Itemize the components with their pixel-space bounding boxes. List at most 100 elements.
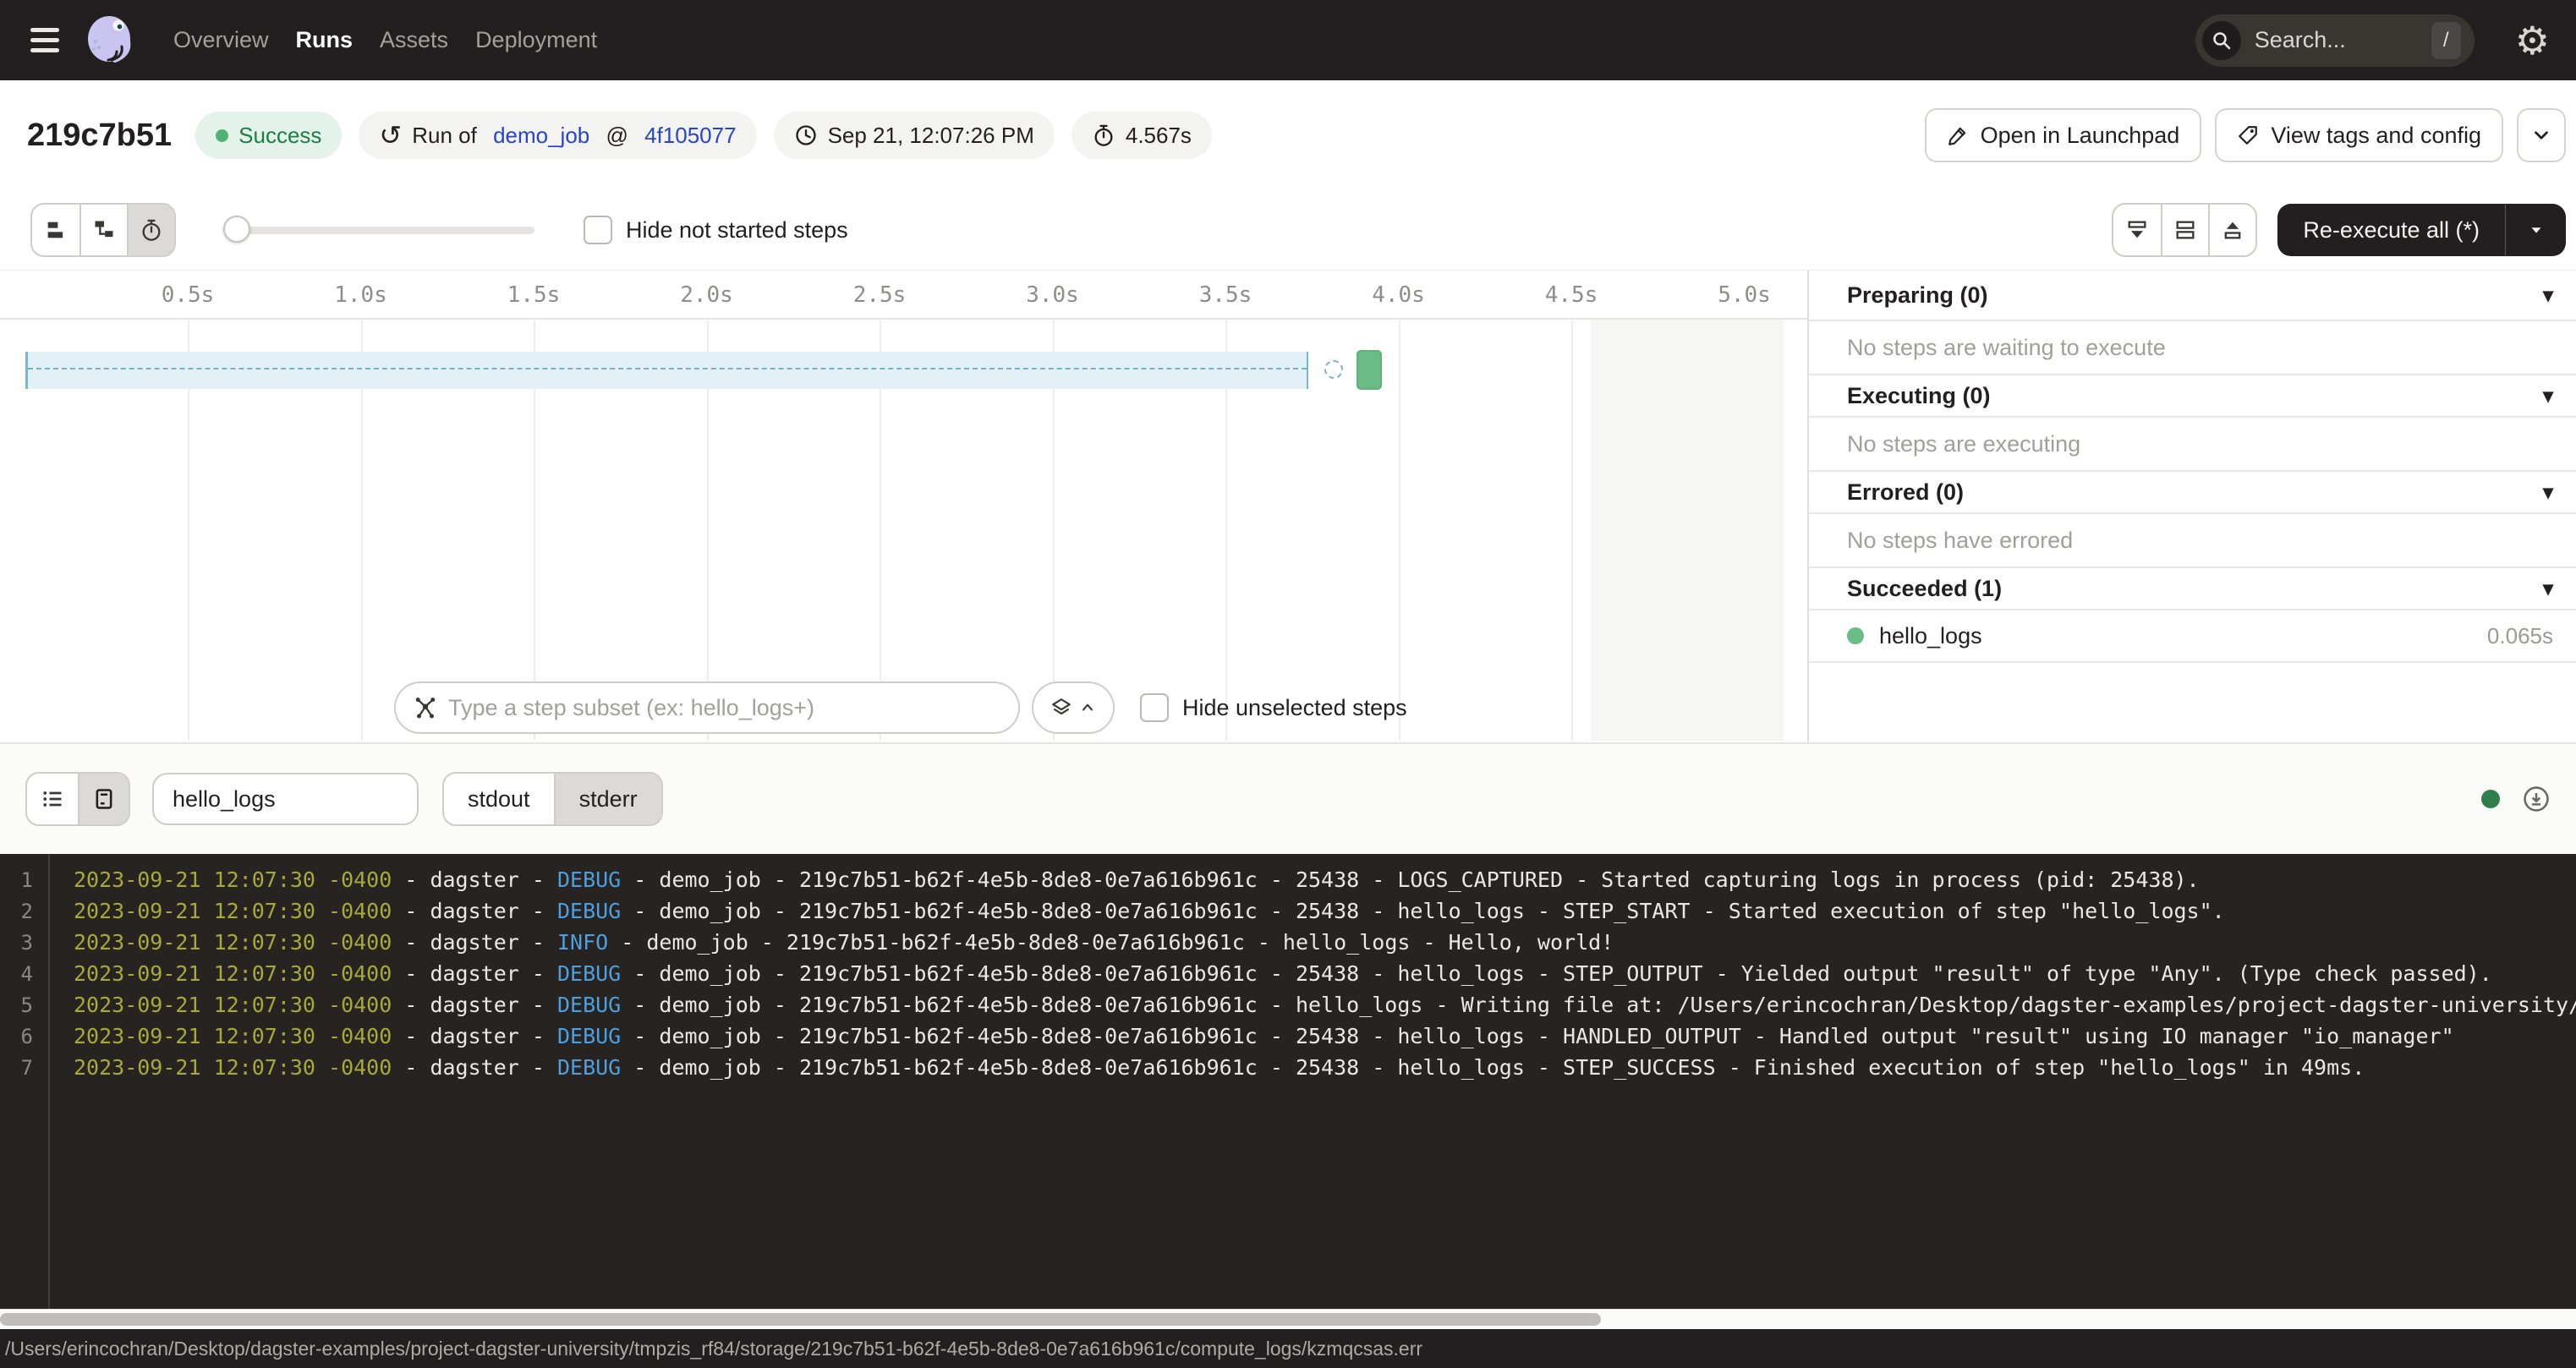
success-dot-icon <box>216 129 228 142</box>
view-timing-button[interactable] <box>127 205 174 255</box>
log-line-text: 2023-09-21 12:07:30 -0400 - dagster - DE… <box>48 867 2200 892</box>
log-line: 12023-09-21 12:07:30 -0400 - dagster - D… <box>0 864 2576 895</box>
log-line-text: 2023-09-21 12:07:30 -0400 - dagster - IN… <box>48 930 1614 955</box>
view-tags-config-button[interactable]: View tags and config <box>2215 108 2503 162</box>
run-header: 219c7b51 Success ↺ Run of demo_job @ 4f1… <box>0 80 2576 190</box>
duration-badge: 4.567s <box>1072 112 1212 159</box>
waterfall-view-icon <box>92 218 116 242</box>
axis-tick-label: 3.0s <box>1011 282 1095 308</box>
log-view-mode-group <box>25 772 130 826</box>
nav-item-runs[interactable]: Runs <box>296 27 354 53</box>
show-bottom-panel-button[interactable] <box>2113 205 2161 255</box>
section-caret-icon[interactable]: ▾ <box>2543 480 2553 505</box>
job-link[interactable]: demo_job <box>493 123 589 149</box>
download-logs-button[interactable] <box>2522 785 2551 813</box>
reexecute-all-button[interactable]: Re-execute all (*) <box>2277 204 2566 256</box>
gantt-time-axis: 0.5s1.0s1.5s2.0s2.5s3.0s3.5s4.0s4.5s5.0s <box>0 271 1807 320</box>
log-line: 62023-09-21 12:07:30 -0400 - dagster - D… <box>0 1021 2576 1052</box>
log-filter-input[interactable] <box>173 786 398 813</box>
run-history-icon: ↺ <box>379 122 402 149</box>
stopwatch-icon <box>1092 123 1115 147</box>
search-placeholder: Search... <box>2255 27 2346 53</box>
capture-status-dot <box>2481 790 2500 808</box>
step-subset-input[interactable] <box>448 695 1001 721</box>
run-of-badge: ↺ Run of demo_job @ 4f105077 <box>359 112 756 159</box>
nav-item-assets[interactable]: Assets <box>380 27 448 53</box>
search-shortcut-badge: / <box>2431 22 2461 59</box>
list-icon <box>41 787 64 811</box>
section-caret-icon[interactable]: ▾ <box>2543 577 2553 601</box>
status-label: Success <box>238 123 321 149</box>
at-separator: @ <box>600 123 634 149</box>
hide-unselected-checkbox[interactable] <box>1140 693 1169 722</box>
log-horizontal-scrollbar[interactable] <box>0 1309 2576 1329</box>
axis-tick-label: 4.0s <box>1357 282 1441 308</box>
log-line-number: 7 <box>0 1056 48 1080</box>
step-row-hello_logs[interactable]: hello_logs0.065s <box>1809 610 2576 663</box>
panel-section-header[interactable]: Errored (0)▾ <box>1809 472 2576 514</box>
clock-icon <box>794 123 818 147</box>
search-input[interactable]: Search... / <box>2195 14 2475 67</box>
axis-gridline <box>1571 320 1573 741</box>
log-line: 52023-09-21 12:07:30 -0400 - dagster - D… <box>0 989 2576 1021</box>
nav-item-deployment[interactable]: Deployment <box>475 27 597 53</box>
zoom-slider-track[interactable] <box>223 227 534 234</box>
axis-tick-label: 1.0s <box>319 282 403 308</box>
axis-tick-label: 2.5s <box>837 282 922 308</box>
reexecute-dropdown-button[interactable] <box>2505 204 2566 256</box>
axis-gridline <box>1399 320 1400 741</box>
panel-section-header[interactable]: Executing (0) ▾ <box>1809 375 2576 418</box>
axis-tick-label: 2.0s <box>665 282 749 308</box>
panel-layout-group <box>2112 203 2257 257</box>
raw-logs-button[interactable] <box>78 774 129 824</box>
split-rows-icon <box>2173 218 2197 242</box>
hide-unselected-label: Hide unselected steps <box>1182 695 1407 721</box>
dagster-logo[interactable] <box>83 13 139 68</box>
panel-empty-message: No steps are waiting to execute <box>1809 321 2576 375</box>
step-success-dot-icon <box>1847 627 1864 644</box>
split-panels-button[interactable] <box>2161 205 2208 255</box>
section-caret-icon[interactable]: ▾ <box>2543 384 2553 408</box>
op-selector-icon <box>413 695 438 720</box>
beyond-run-end-region <box>1591 320 1784 741</box>
view-waterfall-button[interactable] <box>79 205 127 255</box>
tab-stderr[interactable]: stderr <box>554 774 661 824</box>
axis-tick-label: 3.5s <box>1183 282 1268 308</box>
zoom-slider-thumb[interactable] <box>223 216 250 243</box>
view-flat-button[interactable] <box>32 205 79 255</box>
step-subset-row: Hide unselected steps <box>394 681 1407 734</box>
panel-section-title: Preparing (0) <box>1847 282 1988 309</box>
menu-icon[interactable] <box>30 28 59 52</box>
scrollbar-thumb[interactable] <box>0 1313 1601 1326</box>
status-badge: Success <box>195 112 342 159</box>
tag-icon <box>2237 124 2259 146</box>
log-line: 22023-09-21 12:07:30 -0400 - dagster - D… <box>0 895 2576 927</box>
raw-log-document-icon <box>92 787 116 811</box>
section-caret-icon[interactable]: ▾ <box>2543 283 2553 308</box>
zoom-slider[interactable] <box>223 204 534 256</box>
settings-gear-icon[interactable]: ⚙ <box>2515 21 2550 60</box>
log-toolbar: stdoutstderr <box>0 742 2576 854</box>
log-filter-input-wrap <box>152 773 419 825</box>
top-nav: Overview Runs Assets Deployment Search... /… <box>0 0 2576 80</box>
download-icon <box>2522 785 2551 813</box>
hide-not-started-checkbox[interactable] <box>584 216 612 244</box>
apply-selection-button[interactable] <box>1032 681 1115 734</box>
show-top-panel-button[interactable] <box>2208 205 2255 255</box>
tab-stdout[interactable]: stdout <box>444 774 554 824</box>
flat-view-icon <box>44 218 68 242</box>
step-bar-hello-logs[interactable] <box>1357 350 1382 390</box>
log-line-number: 3 <box>0 931 48 955</box>
raw-log-viewer[interactable]: 12023-09-21 12:07:30 -0400 - dagster - D… <box>0 854 2576 1309</box>
panel-section-header[interactable]: Succeeded (1)▾ <box>1809 568 2576 610</box>
more-actions-button[interactable] <box>2517 108 2566 162</box>
open-in-launchpad-button[interactable]: Open in Launchpad <box>1925 108 2202 162</box>
axis-tick-label: 1.5s <box>491 282 576 308</box>
header-actions: Open in Launchpad View tags and config <box>1925 108 2566 162</box>
commit-link[interactable]: 4f105077 <box>644 123 736 149</box>
structured-logs-button[interactable] <box>27 774 78 824</box>
nav-item-overview[interactable]: Overview <box>173 27 269 53</box>
panel-section-header[interactable]: Preparing (0) ▾ <box>1809 271 2576 321</box>
panel-section-title: Executing (0) <box>1847 383 1991 409</box>
step-duration: 0.065s <box>2487 623 2553 649</box>
